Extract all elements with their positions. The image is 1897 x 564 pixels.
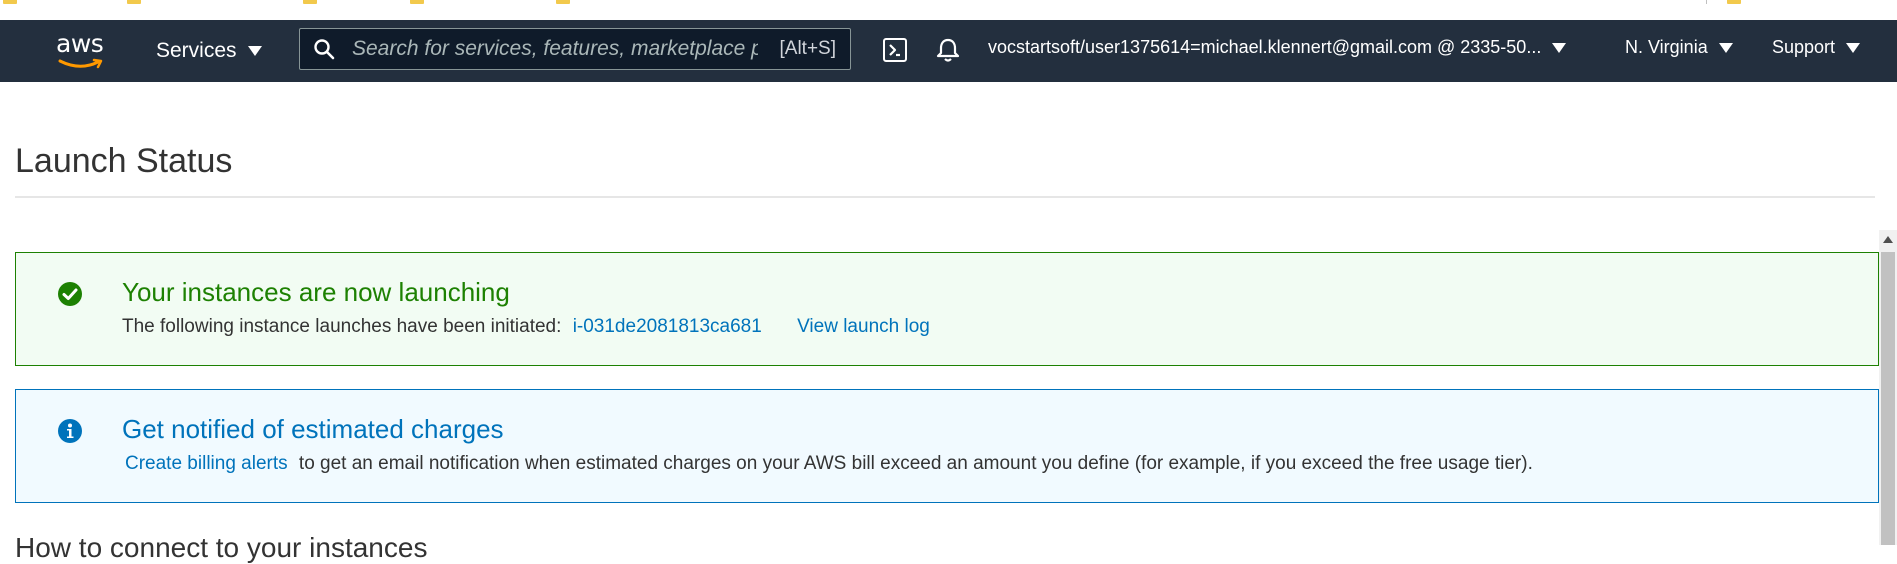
bookmark-separator bbox=[1706, 0, 1707, 4]
aws-logo-text: aws bbox=[56, 29, 104, 58]
instance-id-link[interactable]: i-031de2081813ca681 bbox=[573, 316, 762, 337]
bookmark-folder-icon[interactable] bbox=[556, 0, 570, 4]
bell-icon[interactable] bbox=[936, 36, 960, 64]
search-shortcut-hint: [Alt+S] bbox=[779, 38, 837, 59]
services-menu-button[interactable]: Services bbox=[156, 37, 262, 65]
aws-smile-icon bbox=[58, 58, 103, 69]
scrollbar-thumb[interactable] bbox=[1881, 252, 1895, 545]
chevron-down-icon bbox=[1846, 42, 1861, 53]
billing-info-alert: Get notified of estimated charges Create… bbox=[15, 389, 1879, 503]
success-title: Your instances are now launching bbox=[122, 277, 510, 307]
chevron-down-icon bbox=[1552, 42, 1567, 53]
billing-title: Get notified of estimated charges bbox=[122, 414, 504, 444]
aws-top-nav: aws Services [Alt+S] vocstartsoft/user13… bbox=[0, 20, 1897, 82]
scroll-up-arrow-icon[interactable] bbox=[1883, 236, 1893, 243]
bookmark-folder-icon[interactable] bbox=[410, 0, 424, 4]
title-divider bbox=[15, 196, 1875, 198]
search-box[interactable]: [Alt+S] bbox=[299, 28, 851, 70]
account-menu-button[interactable]: vocstartsoft/user1375614=michael.klenner… bbox=[988, 37, 1567, 58]
launch-success-alert: Your instances are now launching The fol… bbox=[15, 252, 1879, 366]
billing-body-text: to get an email notification when estima… bbox=[298, 453, 1533, 474]
success-body: The following instance launches have bee… bbox=[122, 316, 930, 338]
check-circle-icon bbox=[58, 282, 82, 306]
support-menu-button[interactable]: Support bbox=[1772, 37, 1861, 58]
chevron-down-icon bbox=[1718, 42, 1733, 53]
page-title: Launch Status bbox=[15, 142, 233, 180]
aws-logo[interactable]: aws bbox=[54, 28, 106, 74]
cloudshell-button[interactable] bbox=[883, 38, 907, 62]
region-selector[interactable]: N. Virginia bbox=[1625, 37, 1733, 58]
cloudshell-icon bbox=[889, 44, 900, 57]
create-billing-alerts-link[interactable]: Create billing alerts bbox=[125, 453, 288, 474]
vertical-scrollbar[interactable] bbox=[1879, 230, 1897, 545]
search-input[interactable] bbox=[352, 31, 758, 67]
bookmark-folder-icon[interactable] bbox=[1727, 0, 1741, 4]
bookmarks-bar bbox=[0, 0, 1897, 20]
account-label: vocstartsoft/user1375614=michael.klenner… bbox=[988, 37, 1542, 57]
billing-body: Create billing alerts to get an email no… bbox=[125, 453, 1533, 475]
services-label: Services bbox=[156, 39, 237, 62]
bookmark-folder-icon[interactable] bbox=[3, 0, 17, 4]
success-body-text: The following instance launches have bee… bbox=[122, 316, 562, 337]
bookmark-folder-icon[interactable] bbox=[127, 0, 141, 4]
chevron-down-icon bbox=[247, 46, 262, 56]
search-icon bbox=[314, 39, 335, 60]
region-label: N. Virginia bbox=[1625, 37, 1708, 57]
section-heading: How to connect to your instances bbox=[15, 532, 428, 563]
info-circle-icon bbox=[58, 419, 82, 443]
view-launch-log-link[interactable]: View launch log bbox=[797, 316, 930, 337]
support-label: Support bbox=[1772, 37, 1836, 57]
bookmark-folder-icon[interactable] bbox=[303, 0, 317, 4]
